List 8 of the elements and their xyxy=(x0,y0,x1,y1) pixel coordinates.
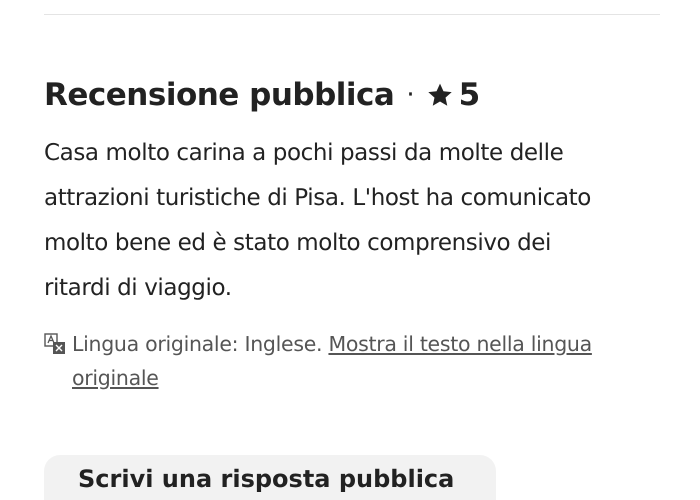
rating-value: 5 xyxy=(458,77,480,113)
separator-dot: · xyxy=(406,80,415,110)
review-title: Recensione pubblica xyxy=(44,77,394,113)
translate-icon xyxy=(44,333,66,355)
language-note: Lingua originale: Inglese. Mostra il testo nella lingua originale xyxy=(72,331,593,392)
star-icon xyxy=(426,82,453,108)
reply-button[interactable]: Scrivi una risposta pubblica xyxy=(44,455,496,500)
review-text: Casa molto carina a pochi passi da molte delle attrazioni turistiche di Pisa. L'host ha comunicato molto bene ed è stato molto comprensivo dei ritardi di viaggio. xyxy=(44,139,592,303)
